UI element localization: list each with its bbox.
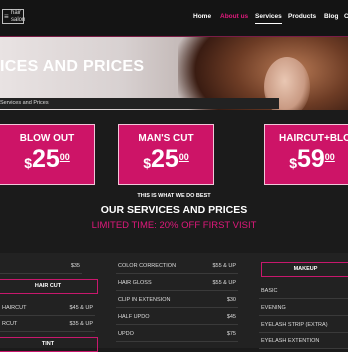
- list-item-name: UPDO: [118, 331, 134, 337]
- price-card-haircut-blow[interactable]: HAIRCUT+BLOW $5900: [264, 124, 348, 185]
- card-cents: 00: [178, 152, 189, 162]
- list-item: COLOR CORRECTION $55 & UP: [116, 258, 238, 274]
- nav-services[interactable]: Services: [255, 13, 282, 24]
- card-price: $2500: [0, 145, 94, 174]
- list-item-price: $55 & UP: [212, 263, 236, 269]
- card-currency: $: [24, 155, 32, 171]
- logo-icon: ≡: [4, 12, 9, 21]
- card-currency: $: [143, 155, 151, 171]
- list-item: EVENING: [259, 300, 348, 316]
- card-cents: 00: [59, 152, 70, 162]
- list-item: HALF UPDO $45: [116, 309, 238, 325]
- section-eyebrow: THIS IS WHAT WE DO BEST: [137, 193, 211, 199]
- card-title: HAIRCUT+BLOW: [279, 133, 348, 144]
- price-card-blow-out[interactable]: BLOW OUT $2500: [0, 124, 95, 185]
- card-amount: 59: [296, 145, 325, 173]
- list-item-name: COLOR CORRECTION: [118, 263, 177, 269]
- card-currency: $: [289, 155, 297, 171]
- list-item-name: RCUT: [2, 321, 18, 327]
- card-title: MAN'S CUT: [138, 133, 194, 144]
- list-item-price: $45 & UP: [69, 305, 93, 311]
- promo-text: LIMITED TIME: 20% OFF FIRST VISIT: [91, 220, 257, 231]
- list-item: EYELASH EXTENTION: [259, 333, 348, 349]
- list-item-name: HALF UPDO: [118, 314, 150, 320]
- list-item: UPDO $75: [116, 326, 238, 342]
- list-item-price: $45: [226, 314, 236, 320]
- list-item-name: HAIRCUT: [2, 305, 27, 311]
- page-title: ICES AND PRICES: [0, 58, 145, 75]
- section-title: OUR SERVICES AND PRICES: [100, 204, 248, 216]
- list-item: RCUT $35 & UP: [0, 316, 95, 332]
- card-price: $2500: [119, 145, 213, 174]
- list-item-name: CLIP IN EXTENSION: [118, 297, 171, 303]
- nav-products[interactable]: Products: [288, 13, 316, 20]
- logo-text-line2: salon: [11, 17, 26, 23]
- card-price: $5900: [265, 145, 348, 174]
- list-item: $35: [0, 258, 82, 274]
- list-item-price: $30: [226, 297, 236, 303]
- card-amount: 25: [150, 145, 179, 173]
- list-item: HAIRCUT $45 & UP: [0, 300, 95, 316]
- category-tint[interactable]: TINT: [0, 337, 98, 352]
- nav-about-us[interactable]: About us: [220, 13, 248, 20]
- list-item: HAIR GLOSS $55 & UP: [116, 275, 238, 291]
- nav-home[interactable]: Home: [193, 13, 211, 20]
- breadcrumb[interactable]: Services and Prices: [0, 100, 49, 106]
- list-item-name: EYELASH EXTENTION: [261, 338, 320, 344]
- list-item: BASIC: [259, 283, 348, 299]
- list-item: CLIP IN EXTENSION $30: [116, 292, 238, 308]
- list-item-name: BASIC: [261, 288, 278, 294]
- logo-text-line1: hair: [11, 10, 22, 16]
- list-item-name: HAIR GLOSS: [118, 280, 152, 286]
- list-item-price: $35 & UP: [69, 321, 93, 327]
- list-item: EYELASH STRIP (EXTRA): [259, 317, 348, 333]
- card-amount: 25: [31, 145, 60, 173]
- category-makeup[interactable]: MAKEUP: [261, 262, 348, 277]
- list-item-price: $75: [226, 331, 236, 337]
- nav-contact[interactable]: C: [344, 13, 348, 20]
- list-item-name: EYELASH STRIP (EXTRA): [261, 322, 328, 328]
- top-navbar: ≡ hair salon Home About us Services Prod…: [0, 0, 348, 37]
- list-item-price: $35: [70, 263, 80, 269]
- salon-logo[interactable]: ≡ hair salon: [2, 9, 26, 24]
- nav-blog[interactable]: Blog: [324, 13, 338, 20]
- list-item-name: EVENING: [261, 305, 286, 311]
- list-item-price: $55 & UP: [212, 280, 236, 286]
- price-card-mans-cut[interactable]: MAN'S CUT $2500: [118, 124, 214, 185]
- card-cents: 00: [324, 152, 335, 162]
- category-haircut[interactable]: HAIR CUT: [0, 279, 98, 294]
- card-title: BLOW OUT: [19, 133, 75, 144]
